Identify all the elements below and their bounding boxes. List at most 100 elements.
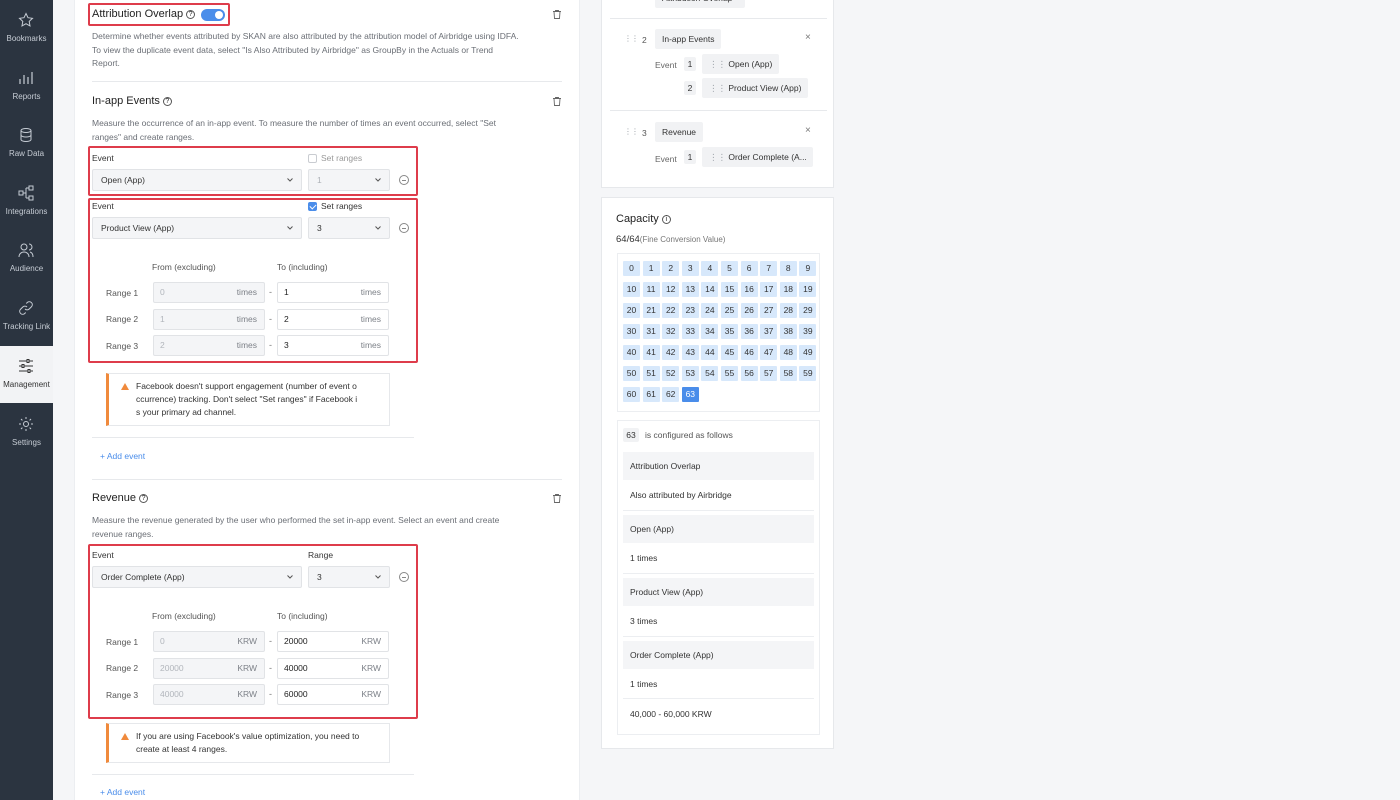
conversion-value-cell[interactable]: 18 [779, 282, 797, 297]
event-select[interactable]: Open (App) [92, 169, 302, 191]
conversion-value-cell[interactable]: 30 [623, 324, 640, 339]
trash-icon[interactable] [553, 494, 561, 503]
conversion-value-cell[interactable]: 0 [623, 261, 640, 276]
conversion-value-cell[interactable]: 54 [701, 366, 719, 381]
conversion-value-cell[interactable]: 41 [642, 345, 660, 360]
nav-audience[interactable]: Audience [0, 230, 53, 287]
conversion-value-cell[interactable]: 6 [740, 261, 758, 276]
nav-reports[interactable]: Reports [0, 58, 53, 115]
conversion-value-cell[interactable]: 27 [760, 303, 778, 318]
remove-event-icon[interactable] [399, 572, 409, 582]
conversion-value-cell[interactable]: 37 [760, 324, 778, 339]
event-select[interactable]: Product View (App) [92, 217, 302, 239]
set-ranges-checkbox[interactable] [308, 154, 317, 163]
conversion-value-cell[interactable]: 11 [642, 282, 660, 297]
conversion-value-cell[interactable]: 3 [681, 261, 699, 276]
range-to-input[interactable]: 60000 KRW [277, 684, 389, 705]
nav-settings[interactable]: Settings [0, 404, 53, 461]
conversion-value-cell[interactable]: 7 [760, 261, 778, 276]
conversion-value-cell[interactable]: 9 [799, 261, 817, 276]
range-to-input[interactable]: 20000 KRW [277, 631, 389, 652]
conversion-value-cell[interactable]: 5 [721, 261, 738, 276]
drag-handle-icon[interactable]: ⋮⋮ [624, 34, 639, 43]
conversion-value-cell[interactable]: 13 [681, 282, 699, 297]
conversion-value-cell[interactable]: 39 [799, 324, 817, 339]
conversion-value-cell[interactable]: 60 [623, 387, 640, 402]
set-ranges-checkbox[interactable] [308, 202, 317, 211]
conversion-value-cell[interactable]: 10 [623, 282, 640, 297]
conversion-value-cell[interactable]: 1 [642, 261, 660, 276]
conversion-value-cell[interactable]: 58 [779, 366, 797, 381]
trash-icon[interactable] [553, 97, 561, 106]
conversion-value-cell[interactable]: 34 [701, 324, 719, 339]
conversion-value-cell[interactable]: 2 [662, 261, 680, 276]
conversion-value-cell[interactable]: 21 [642, 303, 660, 318]
nav-tracking-link[interactable]: Tracking Link [0, 288, 53, 345]
nav-integrations[interactable]: Integrations [0, 173, 53, 230]
help-icon[interactable]: ? [186, 9, 196, 19]
conversion-value-cell[interactable]: 15 [721, 282, 738, 297]
conversion-value-cell[interactable]: 29 [799, 303, 817, 318]
drag-handle-icon[interactable]: ⋮⋮ [624, 127, 639, 136]
conversion-value-cell[interactable]: 20 [623, 303, 640, 318]
conversion-value-cell[interactable]: 53 [681, 366, 699, 381]
conversion-value-cell[interactable]: 28 [779, 303, 797, 318]
conversion-value-cell[interactable]: 22 [662, 303, 680, 318]
range-to-input[interactable]: 40000 KRW [277, 658, 389, 679]
range-count-select[interactable]: 3 [308, 566, 390, 588]
conversion-value-cell[interactable]: 16 [740, 282, 758, 297]
nav-bookmarks[interactable]: Bookmarks [0, 0, 53, 57]
conversion-value-cell[interactable]: 14 [701, 282, 719, 297]
conversion-value-cell[interactable]: 62 [662, 387, 680, 402]
conversion-value-cell[interactable]: 45 [721, 345, 738, 360]
conversion-value-cell[interactable]: 24 [701, 303, 719, 318]
revenue-event-select[interactable]: Order Complete (App) [92, 566, 302, 588]
help-icon[interactable]: ? [139, 493, 149, 503]
add-event-link[interactable]: + Add event [100, 451, 145, 461]
range-to-input[interactable]: 2 times [277, 309, 389, 330]
attribution-toggle[interactable] [201, 9, 225, 21]
remove-event-icon[interactable] [399, 175, 409, 185]
conversion-value-cell[interactable]: 48 [779, 345, 797, 360]
conversion-value-cell[interactable]: 8 [779, 261, 797, 276]
conversion-value-cell[interactable]: 42 [662, 345, 680, 360]
conversion-value-cell[interactable]: 57 [760, 366, 778, 381]
help-icon[interactable]: ? [162, 96, 172, 106]
nav-raw-data[interactable]: Raw Data [0, 115, 53, 172]
conversion-value-cell[interactable]: 63 [681, 387, 699, 402]
close-icon[interactable]: × [805, 32, 811, 43]
conversion-value-cell[interactable]: 17 [760, 282, 778, 297]
conversion-value-cell[interactable]: 55 [721, 366, 738, 381]
conversion-value-cell[interactable]: 26 [740, 303, 758, 318]
conversion-value-cell[interactable]: 32 [662, 324, 680, 339]
conversion-value-cell[interactable]: 43 [681, 345, 699, 360]
conversion-value-cell[interactable]: 35 [721, 324, 738, 339]
conversion-value-cell[interactable]: 25 [721, 303, 738, 318]
range-to-input[interactable]: 1 times [277, 282, 389, 303]
count-select[interactable]: 3 [308, 217, 390, 239]
conversion-value-cell[interactable]: 40 [623, 345, 640, 360]
range-to-input[interactable]: 3 times [277, 335, 389, 356]
conversion-value-cell[interactable]: 47 [760, 345, 778, 360]
conversion-value-cell[interactable]: 23 [681, 303, 699, 318]
conversion-value-cell[interactable]: 36 [740, 324, 758, 339]
conversion-value-cell[interactable]: 31 [642, 324, 660, 339]
conversion-value-cell[interactable]: 19 [799, 282, 817, 297]
conversion-value-cell[interactable]: 33 [681, 324, 699, 339]
conversion-value-cell[interactable]: 50 [623, 366, 640, 381]
conversion-value-cell[interactable]: 52 [662, 366, 680, 381]
conversion-value-cell[interactable]: 59 [799, 366, 817, 381]
conversion-value-cell[interactable]: 61 [642, 387, 660, 402]
conversion-value-cell[interactable]: 46 [740, 345, 758, 360]
conversion-value-cell[interactable]: 12 [662, 282, 680, 297]
conversion-value-cell[interactable]: 4 [701, 261, 719, 276]
conversion-value-cell[interactable]: 56 [740, 366, 758, 381]
conversion-value-cell[interactable]: 44 [701, 345, 719, 360]
trash-icon[interactable] [553, 10, 561, 19]
add-event-link[interactable]: + Add event [100, 787, 145, 797]
nav-management[interactable]: Management [0, 346, 53, 403]
close-icon[interactable]: × [805, 125, 811, 136]
remove-event-icon[interactable] [399, 223, 409, 233]
info-icon[interactable]: i [661, 214, 671, 224]
conversion-value-cell[interactable]: 51 [642, 366, 660, 381]
